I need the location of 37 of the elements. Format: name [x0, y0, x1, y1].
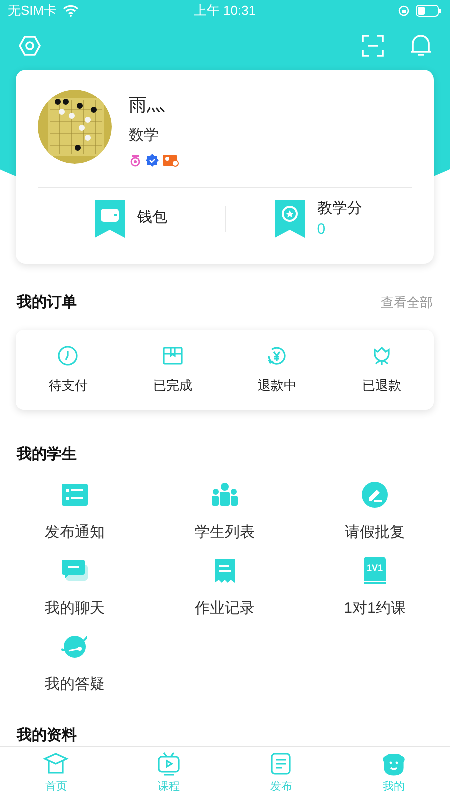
carrier-label: 无SIM卡	[8, 2, 58, 20]
clock-time: 上午 10:31	[194, 2, 256, 20]
subject-label: 数学	[129, 126, 160, 146]
teaching-score-label: 教学分	[317, 199, 362, 220]
feature-button[interactable]: 1V1 1对1约课	[300, 556, 450, 620]
feature-button[interactable]: 学生列表	[150, 480, 300, 544]
pencil-icon	[361, 480, 389, 508]
wallet-button[interactable]: 钱包	[38, 200, 224, 238]
order-status-button[interactable]: 待支付	[16, 344, 120, 396]
section-title: 我的订单	[17, 292, 77, 312]
order-status-button[interactable]: 已退款	[330, 344, 434, 396]
user-name: 雨灬	[129, 94, 166, 117]
feature-button[interactable]: 请假批复	[300, 480, 450, 544]
settings-button[interactable]	[18, 34, 42, 58]
group-icon	[211, 480, 239, 508]
teaching-score-value: 0	[317, 220, 327, 239]
section-title: 我的学生	[16, 445, 78, 465]
feature-button[interactable]: 我的答疑	[0, 632, 150, 696]
award-ribbon-icon	[275, 200, 306, 238]
notification-bell-button[interactable]	[410, 34, 432, 58]
tv-icon	[156, 751, 182, 778]
wallet-icon	[95, 200, 126, 238]
feature-button[interactable]: 发布通知	[0, 480, 150, 544]
order-status-button[interactable]: 已完成	[120, 344, 225, 396]
id-card-icon	[163, 154, 179, 166]
rotation-lock-icon	[398, 5, 410, 17]
battery-icon	[416, 5, 442, 17]
medal-icon	[129, 154, 142, 166]
wifi-icon	[63, 5, 80, 17]
scan-button[interactable]	[362, 35, 384, 57]
feature-button[interactable]: 作业记录	[150, 556, 300, 620]
verified-badge-icon	[146, 154, 159, 166]
clock-icon	[56, 344, 80, 368]
feature-button[interactable]: 我的聊天	[0, 556, 150, 620]
avatar-icon	[380, 751, 407, 778]
section-title: 我的资料	[16, 726, 78, 744]
order-status-button[interactable]: 退款中	[225, 344, 330, 396]
